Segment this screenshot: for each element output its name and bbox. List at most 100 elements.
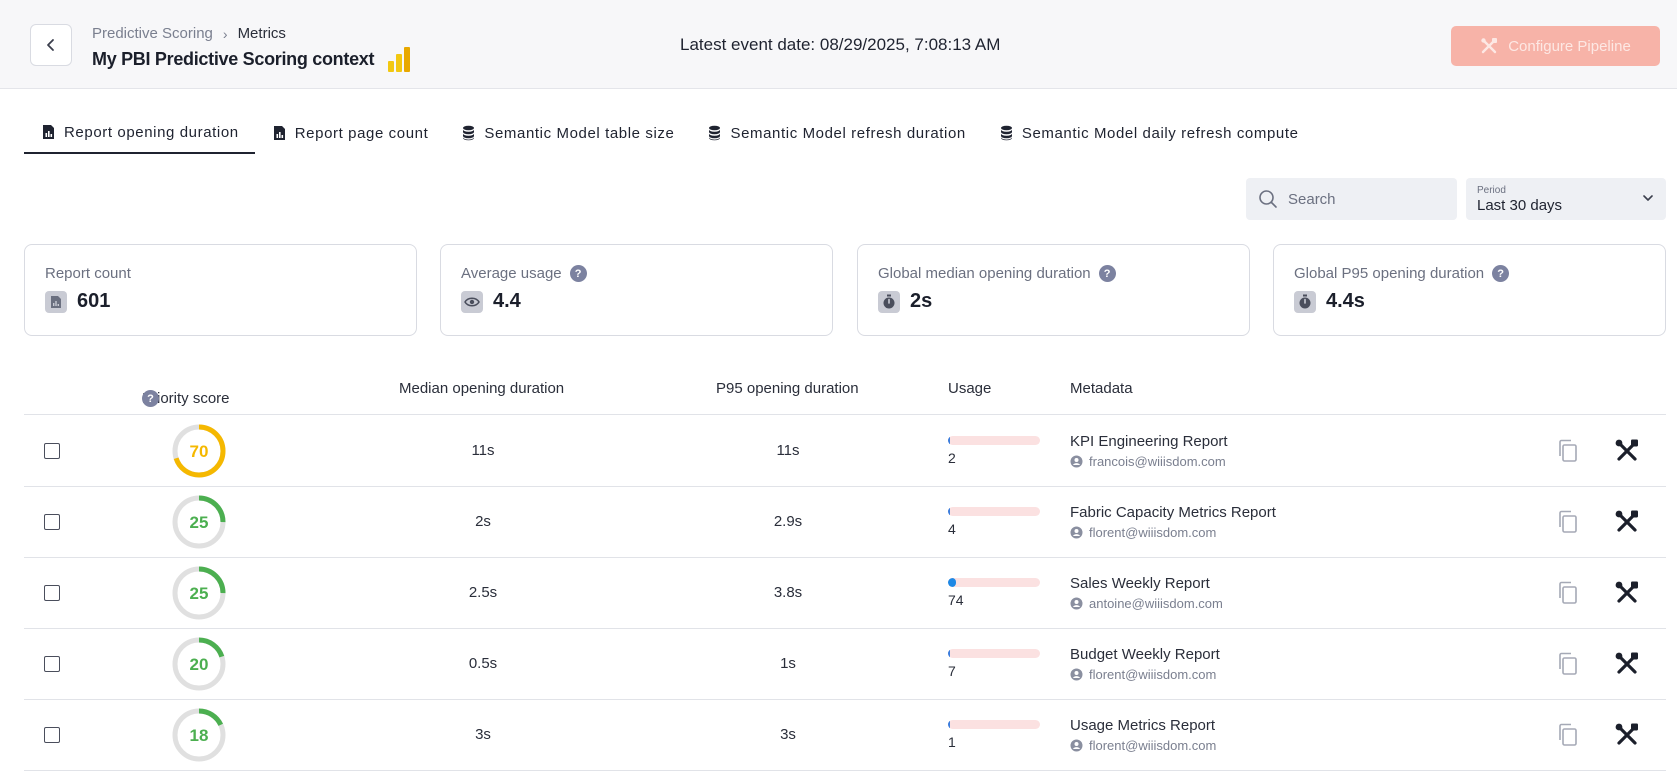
report-icon: [45, 290, 67, 313]
breadcrumb-item-predictive-scoring[interactable]: Predictive Scoring: [92, 25, 213, 42]
copy-icon[interactable]: [1556, 509, 1580, 535]
card-value: 2s: [910, 290, 933, 312]
owner-email: florent@wiiisdom.com: [1089, 525, 1217, 540]
eye-icon: [461, 290, 483, 313]
metadata-cell: KPI Engineering Report francois@wiiisdom.…: [1070, 433, 1228, 469]
tab-report-page-count[interactable]: Report page count: [255, 112, 445, 154]
card-global-median-opening-duration: Global median opening duration? 2s: [857, 244, 1250, 336]
card-label-text: Report count: [45, 265, 131, 282]
tab-semantic-model-refresh-duration[interactable]: Semantic Model refresh duration: [690, 112, 981, 154]
user-shield-icon: [1070, 597, 1083, 610]
table-row[interactable]: 70 11s 11s 2 KPI Engineering Report francois@…: [24, 416, 1666, 487]
usage-bar-fill: [948, 578, 957, 587]
owner-email: antoine@wiiisdom.com: [1089, 596, 1223, 611]
tab-label: Semantic Model daily refresh compute: [1021, 124, 1299, 142]
p95-opening-duration: 3.8s: [773, 584, 803, 601]
stopwatch-icon: [1294, 290, 1316, 313]
column-header-p95-opening-duration[interactable]: P95 opening duration: [716, 380, 859, 397]
report-icon: [43, 125, 54, 139]
copy-icon[interactable]: [1556, 722, 1580, 748]
usage-cell: 2: [948, 436, 1040, 466]
metadata-cell: Sales Weekly Report antoine@wiiisdom.com: [1070, 575, 1223, 611]
help-icon[interactable]: ?: [1492, 265, 1510, 282]
copy-icon[interactable]: [1556, 651, 1580, 677]
tab-label: Report page count: [294, 124, 429, 142]
copy-icon[interactable]: [1556, 438, 1580, 464]
median-opening-duration: 2.5s: [468, 584, 498, 601]
usage-value: 4: [948, 521, 956, 537]
back-button[interactable]: [30, 24, 72, 66]
period-select[interactable]: Period Last 30 days: [1466, 178, 1666, 220]
card-value-row: 601: [45, 290, 416, 313]
report-name[interactable]: Fabric Capacity Metrics Report: [1070, 504, 1276, 521]
card-label: Global median opening duration?: [878, 265, 1249, 282]
card-label-text: Global median opening duration: [878, 265, 1091, 282]
report-owner: florent@wiiisdom.com: [1070, 525, 1276, 540]
report-icon: [273, 126, 285, 140]
context-title-text: My PBI Predictive Scoring context: [92, 48, 375, 69]
help-icon[interactable]: ?: [569, 265, 587, 282]
help-icon[interactable]: ?: [1098, 265, 1116, 282]
usage-value: 2: [948, 450, 956, 466]
report-owner: antoine@wiiisdom.com: [1070, 596, 1223, 611]
table-row[interactable]: 20 0.5s 1s 7 Budget Weekly Report florent@wii…: [24, 629, 1666, 700]
search-box[interactable]: [1246, 178, 1457, 220]
priority-score-value: 70: [190, 442, 209, 461]
report-name[interactable]: KPI Engineering Report: [1070, 433, 1228, 450]
tab-semantic-model-table-size[interactable]: Semantic Model table size: [444, 112, 690, 154]
chevron-down-icon: [1643, 195, 1653, 201]
metric-tabs: Report opening duration Report page coun…: [24, 112, 1315, 154]
configure-pipeline-button[interactable]: Configure Pipeline: [1451, 26, 1660, 66]
owner-email: florent@wiiisdom.com: [1089, 667, 1217, 682]
search-input[interactable]: [1288, 190, 1438, 208]
usage-bar-fill: [948, 507, 950, 516]
user-shield-icon: [1070, 455, 1083, 468]
chevron-right-icon: ›: [222, 25, 228, 42]
table-row[interactable]: 25 2s 2.9s 4 Fabric Capacity Metrics Report f…: [24, 487, 1666, 558]
tab-semantic-model-daily-refresh-compute[interactable]: Semantic Model daily refresh compute: [982, 112, 1315, 154]
chevron-left-icon: [47, 39, 54, 51]
median-opening-duration: 3s: [475, 726, 491, 743]
table-row[interactable]: 25 2.5s 3.8s 74 Sales Weekly Report antoine@w…: [24, 558, 1666, 629]
row-checkbox[interactable]: [44, 727, 60, 743]
card-value-row: 4.4: [461, 290, 832, 313]
latest-event-date: Latest event date: 08/29/2025, 7:08:13 A…: [680, 35, 1001, 54]
column-header-usage[interactable]: Usage: [948, 380, 991, 397]
column-header-median-opening-duration[interactable]: Median opening duration: [399, 380, 564, 397]
owner-email: francois@wiiisdom.com: [1089, 454, 1226, 469]
row-checkbox[interactable]: [44, 585, 60, 601]
table-row[interactable]: 18 3s 3s 1 Usage Metrics Report florent@wiiis…: [24, 700, 1666, 771]
priority-score-ring: 20: [172, 637, 226, 691]
period-value: Last 30 days: [1477, 197, 1563, 214]
priority-score-value: 25: [190, 513, 209, 532]
median-opening-duration: 0.5s: [468, 655, 498, 672]
user-shield-icon: [1070, 526, 1083, 539]
card-label: Average usage?: [461, 265, 832, 282]
tools-icon[interactable]: [1614, 651, 1640, 677]
user-shield-icon: [1070, 668, 1083, 681]
card-label-text: Global P95 opening duration: [1294, 265, 1485, 282]
median-opening-duration: 2s: [475, 513, 491, 530]
report-name[interactable]: Sales Weekly Report: [1070, 575, 1223, 592]
median-opening-duration: 11s: [471, 442, 495, 459]
period-label: Period: [1477, 185, 1506, 196]
tab-report-opening-duration[interactable]: Report opening duration: [24, 112, 255, 154]
tools-icon[interactable]: [1614, 509, 1640, 535]
row-checkbox[interactable]: [44, 443, 60, 459]
tools-icon[interactable]: [1614, 580, 1640, 606]
report-name[interactable]: Usage Metrics Report: [1070, 717, 1216, 734]
help-icon[interactable]: ?: [142, 390, 159, 407]
row-checkbox[interactable]: [44, 656, 60, 672]
tools-icon[interactable]: [1614, 438, 1640, 464]
report-name[interactable]: Budget Weekly Report: [1070, 646, 1220, 663]
tools-icon[interactable]: [1614, 722, 1640, 748]
tab-label: Semantic Model table size: [484, 124, 675, 142]
row-checkbox[interactable]: [44, 514, 60, 530]
priority-score-value: 20: [190, 655, 209, 674]
copy-icon[interactable]: [1556, 580, 1580, 606]
card-value: 4.4: [493, 290, 521, 312]
usage-cell: 7: [948, 649, 1040, 679]
usage-cell: 74: [948, 578, 1040, 608]
usage-bar: [948, 436, 1040, 445]
breadcrumb: Predictive Scoring › Metrics: [92, 25, 286, 42]
